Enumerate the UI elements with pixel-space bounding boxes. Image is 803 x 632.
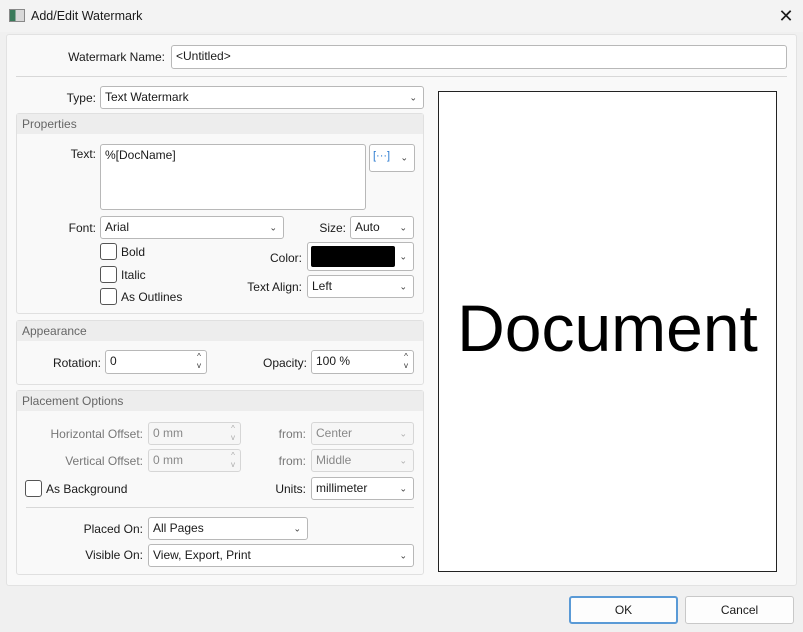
text-align-select[interactable]: Left ⌄: [307, 275, 414, 298]
h-from-value: Center: [316, 426, 352, 440]
font-value: Arial: [105, 220, 129, 234]
watermark-name-input[interactable]: <Untitled>: [171, 45, 787, 69]
horizontal-offset-spinner[interactable]: 0 mm ^v: [148, 422, 241, 445]
vertical-offset-label: Vertical Offset:: [30, 454, 143, 468]
opacity-value: 100 %: [316, 354, 350, 368]
italic-label: Italic: [121, 268, 146, 282]
chevron-down-icon: ⌄: [409, 92, 417, 103]
v-from-select[interactable]: Middle ⌄: [311, 449, 414, 472]
units-value: millimeter: [316, 481, 367, 495]
insert-macro-button[interactable]: [···] ⌄: [369, 144, 415, 172]
units-label: Units:: [260, 482, 306, 496]
chevron-down-icon: ⌄: [399, 428, 407, 439]
type-label: Type:: [40, 91, 96, 105]
outlines-checkbox[interactable]: [100, 288, 117, 305]
text-align-value: Left: [312, 279, 332, 293]
window-title: Add/Edit Watermark: [31, 9, 142, 23]
chevron-down-icon: ⌄: [293, 523, 301, 534]
placed-on-select[interactable]: All Pages ⌄: [148, 517, 308, 540]
spin-arrows-icon[interactable]: ^v: [231, 451, 235, 469]
outlines-label: As Outlines: [121, 290, 182, 304]
cancel-button[interactable]: Cancel: [685, 596, 794, 624]
text-input[interactable]: %[DocName]: [100, 144, 366, 210]
macro-icon: [···]: [373, 150, 390, 162]
v-from-value: Middle: [316, 453, 351, 467]
type-value: Text Watermark: [105, 90, 189, 104]
color-picker[interactable]: ⌄: [307, 242, 414, 271]
vertical-offset-spinner[interactable]: 0 mm ^v: [148, 449, 241, 472]
placed-on-value: All Pages: [153, 521, 204, 535]
placed-on-label: Placed On:: [30, 522, 143, 536]
vertical-offset-value: 0 mm: [153, 453, 183, 467]
close-button[interactable]: ✕: [774, 4, 798, 28]
chevron-down-icon: ⌄: [399, 251, 407, 262]
visible-on-value: View, Export, Print: [153, 548, 251, 562]
color-label: Color:: [240, 251, 302, 265]
appearance-header: Appearance: [17, 321, 423, 341]
font-label: Font:: [40, 221, 96, 235]
horizontal-offset-value: 0 mm: [153, 426, 183, 440]
chevron-down-icon: ⌄: [400, 153, 408, 164]
spin-arrows-icon[interactable]: ^v: [197, 352, 201, 370]
as-background-label: As Background: [46, 482, 127, 496]
horizontal-offset-label: Horizontal Offset:: [30, 427, 143, 441]
size-value: Auto: [355, 220, 380, 234]
properties-header: Properties: [17, 114, 423, 134]
chevron-down-icon: ⌄: [399, 455, 407, 466]
as-background-checkbox[interactable]: [25, 480, 42, 497]
bold-checkbox[interactable]: [100, 243, 117, 260]
chevron-down-icon: ⌄: [269, 222, 277, 233]
watermark-name-label: Watermark Name:: [40, 50, 165, 64]
units-select[interactable]: millimeter ⌄: [311, 477, 414, 500]
chevron-down-icon: ⌄: [399, 222, 407, 233]
type-select[interactable]: Text Watermark ⌄: [100, 86, 424, 109]
h-from-select[interactable]: Center ⌄: [311, 422, 414, 445]
h-from-label: from:: [260, 427, 306, 441]
opacity-spinner[interactable]: 100 % ^v: [311, 350, 414, 374]
chevron-down-icon: ⌄: [399, 483, 407, 494]
color-swatch: [311, 246, 395, 267]
size-label: Size:: [300, 221, 346, 235]
visible-on-label: Visible On:: [30, 548, 143, 562]
v-from-label: from:: [260, 454, 306, 468]
spin-arrows-icon[interactable]: ^v: [231, 424, 235, 442]
placement-header: Placement Options: [17, 391, 423, 411]
font-select[interactable]: Arial ⌄: [100, 216, 284, 239]
spin-arrows-icon[interactable]: ^v: [404, 352, 408, 370]
text-label: Text:: [40, 147, 96, 161]
rotation-value: 0: [110, 354, 117, 368]
visible-on-select[interactable]: View, Export, Print ⌄: [148, 544, 414, 567]
chevron-down-icon: ⌄: [399, 550, 407, 561]
preview-text: Document: [457, 290, 758, 366]
divider: [26, 507, 414, 508]
size-select[interactable]: Auto ⌄: [350, 216, 414, 239]
chevron-down-icon: ⌄: [399, 281, 407, 292]
ok-button[interactable]: OK: [569, 596, 678, 624]
opacity-label: Opacity:: [240, 356, 307, 370]
watermark-preview: Document: [438, 91, 777, 572]
app-icon: [9, 9, 25, 22]
bold-label: Bold: [121, 245, 145, 259]
divider: [16, 76, 787, 77]
rotation-spinner[interactable]: 0 ^v: [105, 350, 207, 374]
italic-checkbox[interactable]: [100, 266, 117, 283]
text-align-label: Text Align:: [220, 280, 302, 294]
rotation-label: Rotation:: [30, 356, 101, 370]
